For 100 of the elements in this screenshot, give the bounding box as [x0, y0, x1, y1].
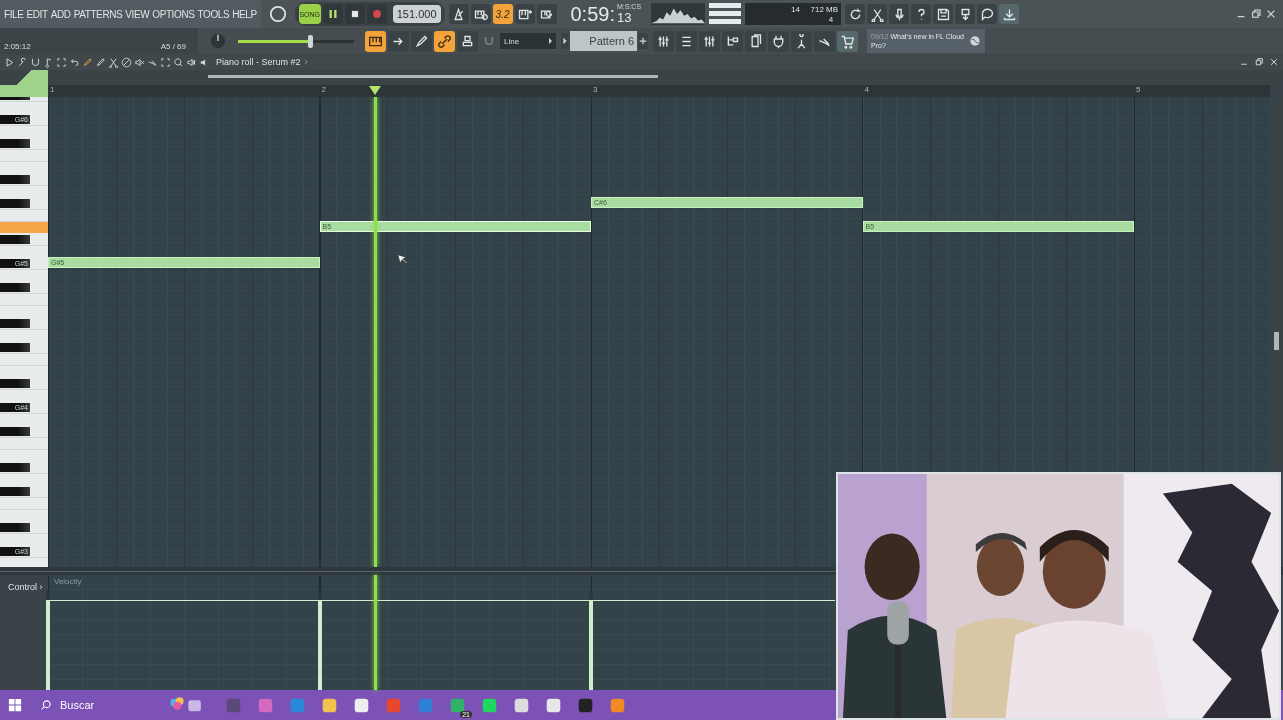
person-button[interactable]	[791, 30, 812, 52]
piano-key[interactable]	[0, 318, 30, 328]
help-button[interactable]	[911, 4, 932, 24]
pattern-preview	[709, 3, 742, 25]
window-title: Piano roll - Serum #2	[216, 57, 301, 67]
scissors-icon[interactable]	[108, 56, 119, 68]
save-button[interactable]	[933, 4, 954, 24]
piano-key[interactable]	[0, 282, 30, 292]
volume-slider[interactable]	[238, 34, 354, 48]
gear-icon[interactable]	[512, 696, 530, 714]
restore-icon[interactable]	[1250, 8, 1262, 20]
menu-item[interactable]: FILE	[4, 8, 24, 20]
close-icon[interactable]	[1265, 8, 1277, 20]
zoom-icon[interactable]	[173, 56, 184, 68]
chat-button[interactable]	[977, 4, 998, 24]
parameter-label: Velocity	[54, 577, 82, 586]
stop-button[interactable]	[344, 4, 365, 24]
play-pause-button[interactable]	[322, 4, 343, 24]
globe-icon[interactable]	[969, 35, 981, 47]
menu-item[interactable]: VIEW	[125, 8, 150, 20]
song-time: 0:59:	[570, 3, 615, 25]
pages-button[interactable]	[745, 30, 766, 52]
piano-key[interactable]	[0, 378, 30, 388]
cart-button[interactable]	[837, 30, 858, 52]
pattern-selector[interactable]: Pattern 6	[570, 31, 637, 51]
toggle-button[interactable]	[514, 4, 535, 24]
app-icon[interactable]	[544, 696, 562, 714]
tree-button[interactable]	[722, 30, 743, 52]
toggle-button[interactable]	[448, 4, 469, 24]
scissors-button[interactable]	[867, 4, 888, 24]
toggle-button[interactable]	[536, 4, 557, 24]
toggle-button[interactable]	[470, 4, 491, 24]
erase-icon[interactable]	[121, 56, 132, 68]
sliders-button[interactable]	[699, 30, 720, 52]
snap-dropdown[interactable]: Line	[500, 33, 556, 49]
menu-item[interactable]: OPTIONS	[152, 8, 195, 20]
list-button[interactable]	[676, 30, 697, 52]
keyboard-button[interactable]	[365, 30, 386, 52]
music-note-icon[interactable]	[43, 56, 54, 68]
caret-icon[interactable]	[302, 57, 309, 67]
magnet-icon[interactable]	[30, 56, 41, 68]
select-icon[interactable]	[56, 56, 67, 68]
piano-key[interactable]	[0, 198, 30, 208]
piano-key[interactable]	[0, 234, 30, 244]
pencil-icon[interactable]	[95, 56, 106, 68]
menu-item[interactable]: TOOLS	[197, 8, 230, 20]
speaker-icon[interactable]	[186, 56, 197, 68]
stamp-icon	[460, 33, 475, 49]
chat-icon	[979, 6, 995, 22]
sliders-button[interactable]	[653, 30, 674, 52]
chat-app-icon[interactable]	[448, 696, 466, 714]
select-icon[interactable]	[160, 56, 171, 68]
control-label[interactable]: Control ›	[8, 582, 43, 592]
countdown-button[interactable]: 3.2	[492, 4, 513, 24]
windows-icon[interactable]	[8, 698, 22, 712]
piano-key[interactable]	[0, 486, 30, 496]
timeline-ruler[interactable]: 1 2 3 4 5	[48, 85, 1270, 97]
music-app-icon[interactable]	[480, 696, 498, 714]
velocity-lane[interactable]: Velocity	[48, 575, 835, 690]
plug-icon	[771, 33, 786, 49]
search-field[interactable]: Buscar	[58, 698, 162, 712]
tempo-display[interactable]: 151.000	[392, 5, 441, 23]
menu-item[interactable]: PATTERNS	[73, 8, 123, 20]
pitch-knob-icon[interactable]	[209, 32, 227, 50]
piano-key[interactable]	[0, 426, 30, 436]
piano-key[interactable]	[0, 522, 30, 532]
folder-icon[interactable]	[320, 696, 338, 714]
cart-icon	[840, 33, 855, 49]
piano-key[interactable]	[0, 138, 30, 148]
mute-icon[interactable]	[134, 56, 145, 68]
caret-icon[interactable]	[561, 33, 569, 49]
download-button[interactable]	[999, 4, 1020, 24]
play-icon[interactable]	[4, 56, 15, 68]
pencil-button[interactable]	[411, 30, 432, 52]
menu-item[interactable]: EDIT	[26, 8, 48, 20]
search-icon	[40, 699, 52, 711]
restore-icon[interactable]	[1254, 57, 1264, 67]
menu-item[interactable]: HELP	[232, 8, 257, 20]
plug-button[interactable]	[768, 30, 789, 52]
plus-icon[interactable]	[638, 33, 648, 49]
pencil-icon[interactable]	[82, 56, 93, 68]
bar-number: 4	[864, 85, 869, 95]
stamp-button[interactable]	[457, 30, 478, 52]
magnet-icon	[483, 35, 495, 47]
piano-key[interactable]	[0, 174, 30, 184]
export-button[interactable]	[955, 4, 976, 24]
link-button[interactable]	[434, 30, 455, 52]
polyphony-value: 4	[828, 15, 834, 24]
knob-icon[interactable]	[268, 5, 287, 23]
store-icon[interactable]	[352, 696, 370, 714]
piano-key[interactable]	[0, 462, 30, 472]
app-icon[interactable]	[576, 696, 594, 714]
piano-key[interactable]	[0, 342, 30, 352]
menu-item[interactable]: ADD	[50, 8, 71, 20]
microphone-button[interactable]	[889, 4, 910, 24]
refresh-button[interactable]	[845, 4, 866, 24]
undo-icon[interactable]	[69, 56, 80, 68]
close-icon[interactable]	[1269, 57, 1279, 67]
memory-value: 712 MB	[810, 5, 839, 14]
arrow-button[interactable]	[388, 30, 409, 52]
